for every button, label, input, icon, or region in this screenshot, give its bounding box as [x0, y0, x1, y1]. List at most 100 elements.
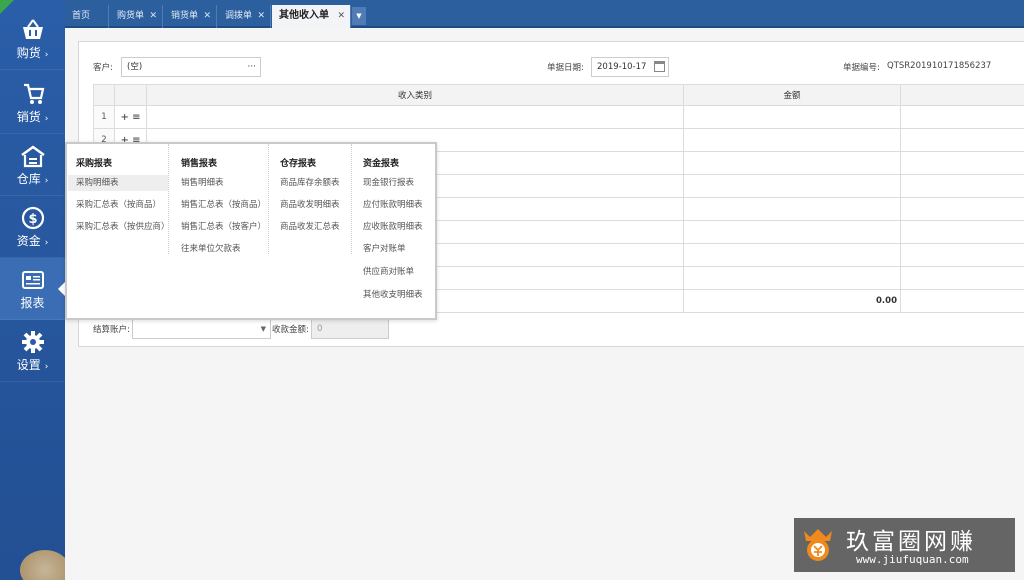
menu-heading: 销售报表: [181, 159, 218, 169]
date-field[interactable]: 2019-10-17: [591, 57, 669, 77]
menu-heading: 仓存报表: [280, 159, 317, 169]
table-header-row: 收入类别 金额: [93, 84, 1024, 106]
customer-label: 客户:: [93, 63, 113, 73]
account-label: 结算账户:: [93, 325, 130, 335]
account-select[interactable]: ▼: [132, 319, 271, 339]
menu-item[interactable]: 应付账款明细表: [355, 197, 423, 213]
sidebar-item-funds[interactable]: $ 资金 ›: [0, 196, 65, 258]
dollar-icon: $: [21, 206, 44, 230]
extra-cell: [900, 105, 1024, 129]
calendar-icon[interactable]: [654, 61, 665, 72]
sidebar-item-label: 资金: [16, 234, 41, 248]
tab-more-button[interactable]: ▼: [352, 7, 366, 25]
row-number: 1: [93, 105, 115, 129]
table-row: 1 + ≡: [93, 105, 1024, 129]
close-icon[interactable]: ✕: [257, 5, 265, 27]
menu-item[interactable]: 商品库存余额表: [272, 175, 340, 191]
tab-sales-order[interactable]: 销货单 ✕: [164, 5, 217, 28]
menu-heading: 资金报表: [363, 159, 400, 169]
number-value: QTSR201910171856237: [887, 61, 992, 71]
sidebar-item-purchase[interactable]: 购货 ›: [0, 8, 65, 70]
amount-cell[interactable]: [683, 266, 901, 290]
sidebar-item-warehouse[interactable]: 仓库 ›: [0, 134, 65, 196]
tab-other-income[interactable]: 其他收入单 ✕: [272, 5, 351, 28]
tab-transfer-order[interactable]: 调拨单 ✕: [218, 5, 271, 28]
amount-cell[interactable]: [683, 220, 901, 244]
sidebar-item-settings[interactable]: 设置 ›: [0, 320, 65, 382]
extra-cell: [900, 197, 1024, 221]
menu-item[interactable]: 销售汇总表（按客户）: [173, 219, 266, 235]
row-ops: + ≡: [114, 105, 147, 129]
amount-cell[interactable]: [683, 151, 901, 175]
tab-label: 首页: [72, 11, 91, 21]
tab-label: 购货单: [117, 11, 145, 21]
sidebar-item-label: 销货: [16, 110, 41, 124]
tab-bar: 首页 购货单 ✕ 销货单 ✕ 调拨单 ✕ 其他收入单 ✕ ▼: [65, 0, 1024, 28]
tab-label: 其他收入单: [279, 10, 329, 21]
warehouse-icon: [20, 145, 45, 168]
reports-menu: 采购报表 采购明细表 采购汇总表（按商品） 采购汇总表（按供应商） 销售报表 销…: [65, 142, 437, 320]
header-income-category: 收入类别: [146, 84, 684, 106]
extra-cell: [900, 151, 1024, 175]
menu-item[interactable]: 销售汇总表（按商品）: [173, 197, 266, 213]
menu-item[interactable]: 现金银行报表: [355, 175, 414, 191]
watermark-url: www.jiufuquan.com: [856, 553, 969, 566]
menu-item[interactable]: 销售明细表: [173, 175, 224, 191]
close-icon[interactable]: ✕: [203, 5, 211, 27]
amount-cell[interactable]: [683, 105, 901, 129]
add-row-icon[interactable]: +: [121, 112, 129, 123]
menu-item[interactable]: 采购汇总表（按商品）: [68, 197, 161, 213]
close-icon[interactable]: ✕: [337, 5, 345, 27]
customer-field[interactable]: (空) ···: [121, 57, 261, 77]
amount-cell[interactable]: [683, 174, 901, 198]
menu-column-purchase: 采购报表 采购明细表 采购汇总表（按商品） 采购汇总表（按供应商）: [67, 144, 170, 254]
close-icon[interactable]: ✕: [149, 5, 157, 27]
sidebar-item-label: 购货: [16, 46, 41, 60]
customer-value: (空): [127, 62, 143, 72]
menu-item[interactable]: 应收账款明细表: [355, 219, 423, 235]
chevron-right-icon: ›: [44, 238, 49, 248]
menu-item[interactable]: 商品收发汇总表: [272, 219, 340, 235]
more-icon[interactable]: ···: [247, 58, 256, 76]
date-value: 2019-10-17: [597, 62, 647, 72]
extra-cell: [900, 220, 1024, 244]
watermark: 玖富圈网赚 www.jiufuquan.com: [794, 518, 1015, 572]
menu-item[interactable]: 采购明细表: [68, 175, 168, 191]
amount-cell[interactable]: [683, 243, 901, 267]
delete-row-icon[interactable]: ≡: [132, 112, 140, 123]
date-label: 单据日期:: [547, 63, 584, 73]
sidebar-item-label: 报表: [20, 296, 45, 310]
header-cell: [93, 84, 115, 106]
amount-field: 0: [311, 319, 389, 339]
header-amount: 金额: [683, 84, 901, 106]
amount-cell[interactable]: [683, 128, 901, 152]
svg-text:$: $: [28, 212, 37, 227]
cart-icon: [23, 83, 44, 104]
watermark-title: 玖富圈网赚: [846, 529, 976, 555]
sidebar-item-sales[interactable]: 销货 ›: [0, 72, 65, 134]
amount-cell[interactable]: [683, 197, 901, 221]
menu-column-inventory: 仓存报表 商品库存余额表 商品收发明细表 商品收发汇总表: [270, 144, 352, 254]
sidebar: 购货 › 销货 › 仓库 › $ 资金 › 报表 设置 ›: [0, 0, 70, 580]
menu-item[interactable]: 供应商对账单: [355, 264, 414, 280]
extra-cell: [900, 128, 1024, 152]
extra-cell: [900, 243, 1024, 267]
extra-cell: [900, 174, 1024, 198]
menu-item[interactable]: 采购汇总表（按供应商）: [68, 219, 170, 235]
menu-item[interactable]: 客户对账单: [355, 241, 406, 257]
menu-item[interactable]: 往来单位欠款表: [173, 241, 241, 257]
report-icon: [21, 271, 44, 289]
menu-item[interactable]: 商品收发明细表: [272, 197, 340, 213]
tab-label: 调拨单: [225, 11, 253, 21]
header-cell: [114, 84, 147, 106]
decorative-image: [20, 550, 70, 580]
extra-cell: [900, 289, 1024, 313]
sidebar-item-reports[interactable]: 报表: [0, 258, 65, 320]
tab-home[interactable]: 首页: [65, 5, 109, 28]
extra-cell: [900, 266, 1024, 290]
chevron-down-icon[interactable]: ▼: [261, 320, 266, 338]
tab-purchase-order[interactable]: 购货单 ✕: [110, 5, 163, 28]
chevron-right-icon: ›: [44, 362, 49, 372]
menu-item[interactable]: 其他收支明细表: [355, 287, 423, 303]
category-cell[interactable]: [146, 105, 684, 129]
